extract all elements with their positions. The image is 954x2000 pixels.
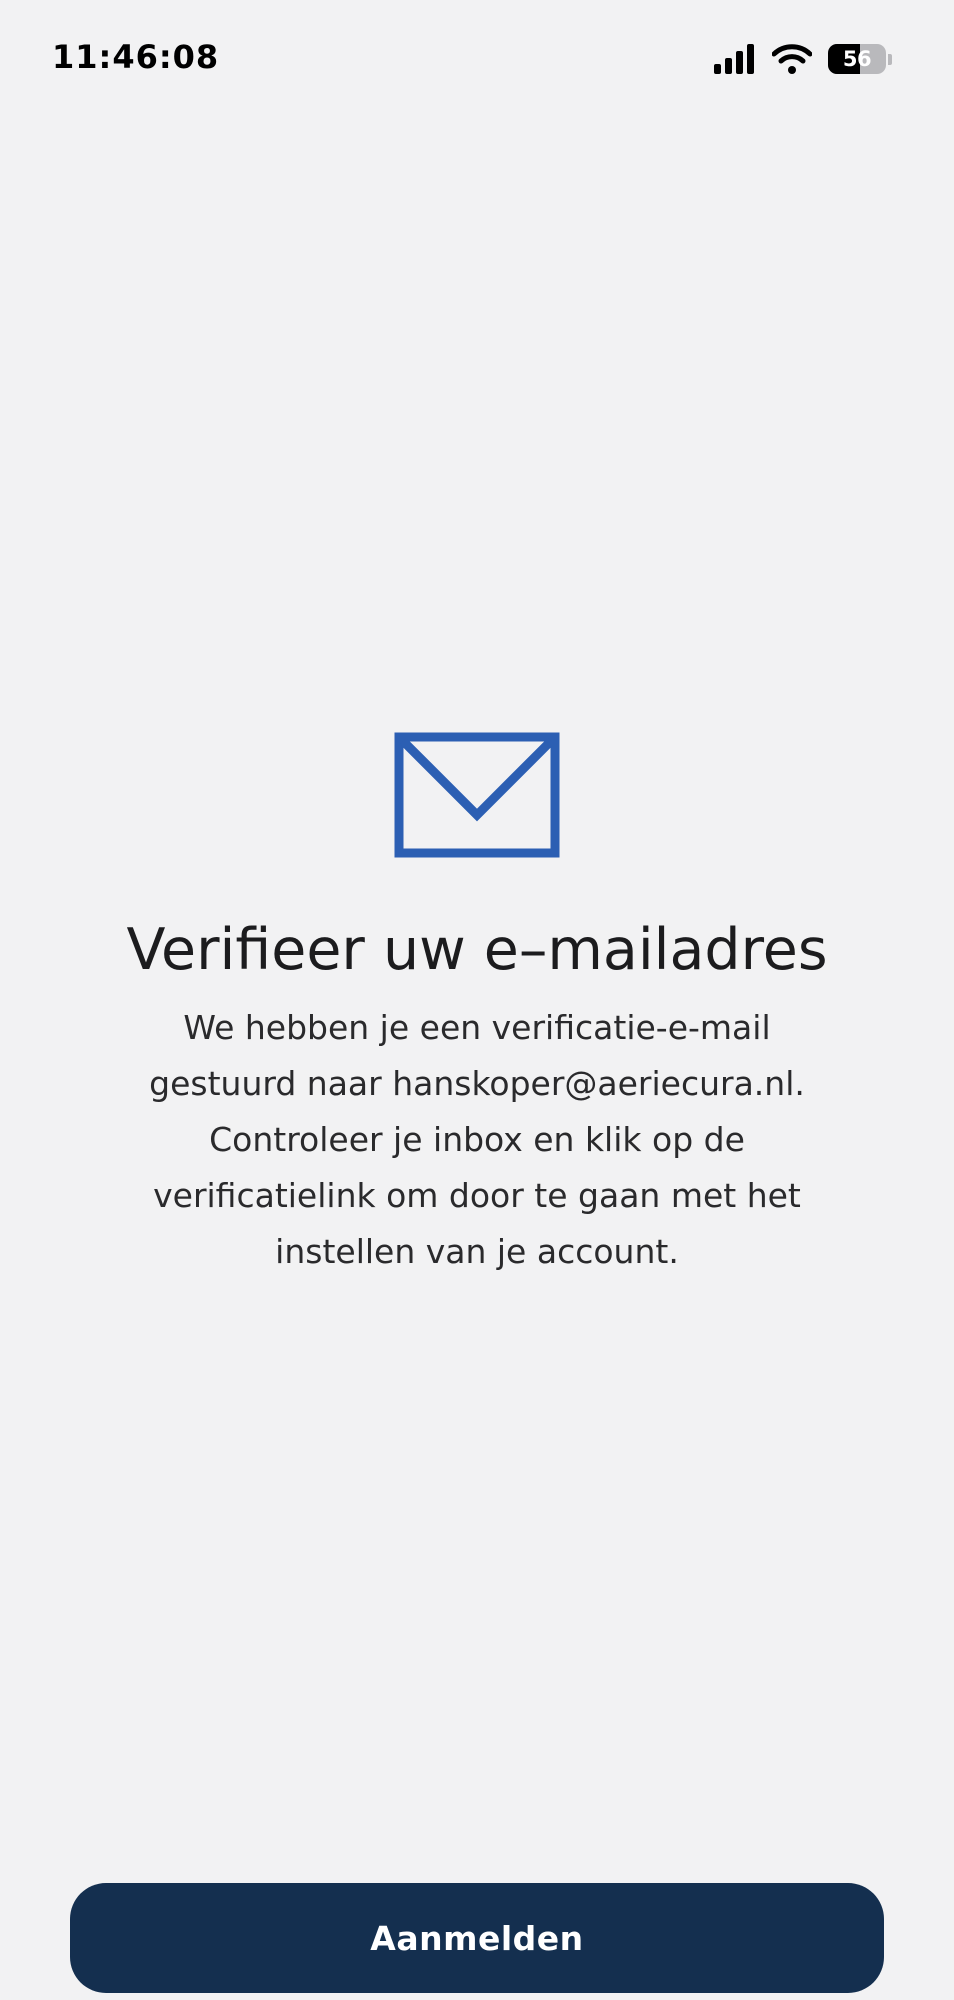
battery-cap xyxy=(888,53,892,65)
verification-description: We hebben je een verificatie-e-mail gest… xyxy=(149,1008,805,1271)
battery-icon: 56 xyxy=(828,44,892,74)
signal-icon xyxy=(714,44,756,74)
battery-body: 56 xyxy=(828,44,886,74)
wifi-icon xyxy=(772,44,812,74)
status-bar: 11:46:08 56 xyxy=(0,0,954,120)
status-icons: 56 xyxy=(714,42,892,76)
login-button[interactable]: Aanmelden xyxy=(70,1883,884,1993)
status-time: 11:46:08 xyxy=(52,38,220,76)
login-button-label: Aanmelden xyxy=(370,1918,584,1958)
battery-level: 56 xyxy=(842,47,872,71)
page-title: Verifieer uw e–mailadres xyxy=(126,917,828,983)
envelope-icon xyxy=(394,732,560,858)
